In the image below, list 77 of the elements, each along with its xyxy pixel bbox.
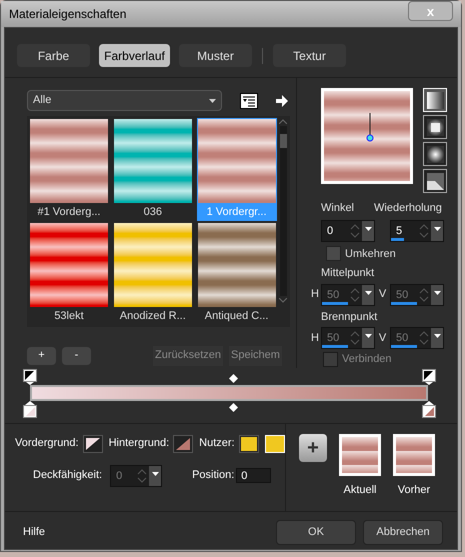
swatch-label: Aktuell [343, 482, 377, 498]
axis-label: V [378, 287, 388, 302]
gradient-style-button[interactable] [423, 142, 447, 166]
stop-button[interactable]: - [62, 346, 91, 364]
field-label: Wiederholung [374, 201, 442, 216]
axis-label: H [311, 287, 320, 302]
color-stop-marker[interactable] [422, 400, 436, 418]
checkbox-label: Verbinden [342, 352, 392, 367]
gradient-bar[interactable] [30, 384, 428, 400]
field-label: Position: [192, 468, 234, 484]
tab[interactable]: Farbverlauf [99, 44, 170, 67]
color-label: Hintergrund: [108, 436, 170, 452]
gradient-item[interactable]: Anodized R... [112, 222, 193, 325]
gradient-item[interactable]: Antiqued C... [196, 222, 277, 325]
color-label: Vordergrund: [15, 436, 79, 452]
window-title: Materialeigenschaften [9, 6, 126, 23]
color-swatch[interactable] [238, 434, 259, 452]
scroll-thumb[interactable] [280, 134, 287, 148]
gradient-style-button[interactable] [423, 169, 447, 193]
list-view-icon[interactable] [240, 92, 258, 108]
opacity-stop-marker[interactable] [23, 368, 37, 384]
spin-field[interactable]: 50 [390, 284, 444, 306]
filter-dropdown[interactable]: Alle [27, 90, 222, 111]
filter-value: Alle [33, 93, 52, 108]
caret-icon [209, 98, 216, 102]
checkbox[interactable] [326, 246, 341, 262]
gradient-label: 1 Vordergr... [206, 205, 267, 220]
color-swatch[interactable] [173, 434, 194, 452]
gradient-style-button[interactable] [423, 115, 447, 139]
checkbox-label: Umkehren [345, 246, 396, 262]
axis-label: H [311, 330, 320, 346]
tab[interactable]: Muster [179, 44, 252, 67]
gradient-label: 53lekt [54, 309, 84, 324]
position-field[interactable]: 0 [236, 468, 272, 483]
gradient-item[interactable]: #1 Vorderg... [29, 118, 109, 221]
ok-button[interactable]: OK [276, 520, 356, 544]
stop-button[interactable]: + [27, 346, 56, 364]
gradient-label: Antiqued C... [204, 309, 268, 324]
caret-icon[interactable] [364, 226, 372, 230]
cancel-button[interactable]: Abbrechen [363, 520, 443, 544]
tab[interactable]: Farbe [17, 44, 90, 67]
color-swatch[interactable] [82, 434, 103, 452]
color-label: Nutzer: [199, 436, 235, 452]
angle-handle[interactable] [366, 113, 374, 143]
gradient-label: Anodized R... [120, 309, 186, 324]
tab[interactable]: Textur [273, 44, 346, 67]
gradient-label: #1 Vorderg... [38, 205, 100, 220]
axis-label: V [378, 330, 388, 346]
gradient-item[interactable]: 036 [112, 118, 193, 221]
gradient-swatch [393, 434, 435, 476]
swatch-label: Vorher [398, 482, 430, 498]
field-label: Brennpunkt [321, 310, 378, 324]
field-label: Winkel [321, 201, 354, 216]
color-stop-marker[interactable] [23, 400, 37, 418]
spin-field[interactable]: 50 [321, 284, 375, 306]
caret-icon[interactable] [434, 226, 440, 230]
midpoint-marker[interactable] [229, 402, 238, 412]
midpoint-marker[interactable] [229, 374, 238, 382]
spin-field[interactable]: 5 [390, 220, 444, 242]
field-label: Mittelpunkt [321, 266, 376, 281]
caret-icon[interactable] [434, 290, 440, 294]
scroll-up-icon[interactable] [279, 119, 288, 124]
caret-icon[interactable] [364, 334, 372, 338]
gradient-swatch [339, 434, 381, 476]
spin-field[interactable]: 50 [321, 327, 375, 349]
scroll-down-icon[interactable] [279, 298, 288, 303]
spin-field[interactable]: 50 [390, 327, 444, 349]
gradient-label: 036 [144, 205, 162, 220]
field-label: Deckfähigkeit: [33, 468, 102, 484]
gradient-item[interactable]: 53lekt [29, 222, 109, 325]
opacity-stop-marker[interactable] [422, 368, 436, 384]
arrow-right-icon[interactable] [276, 94, 288, 106]
add-button[interactable]: + [299, 434, 327, 462]
spin-field[interactable]: 0 [321, 220, 375, 242]
caret-icon[interactable] [434, 334, 440, 338]
caret-icon[interactable] [364, 290, 372, 294]
help-link[interactable]: Hilfe [23, 524, 46, 540]
